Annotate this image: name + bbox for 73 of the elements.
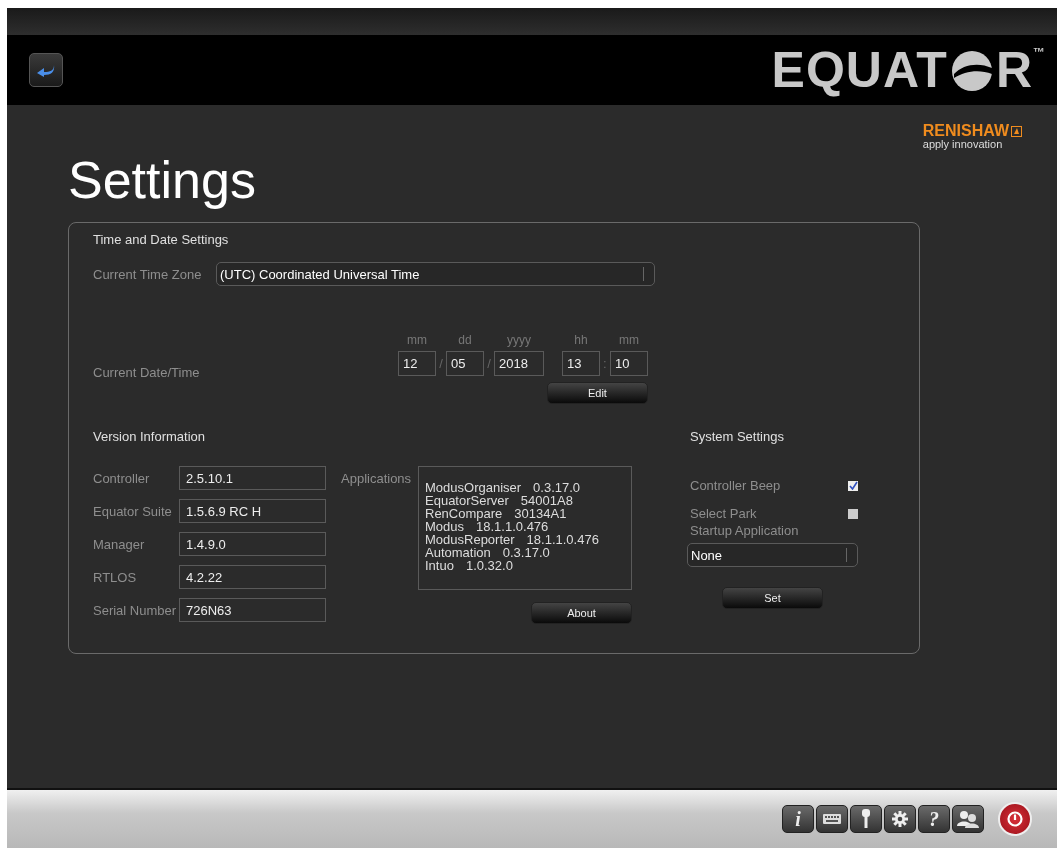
option-label: Select Park xyxy=(690,506,757,521)
app-name: RenCompare xyxy=(425,506,503,521)
app-name: Automation xyxy=(425,545,491,560)
checkbox[interactable] xyxy=(848,480,858,491)
unit-label: dd xyxy=(458,333,472,347)
version-field: 2.5.10.1 xyxy=(179,466,326,490)
power-icon xyxy=(1007,811,1023,827)
app-version: 54001A8 xyxy=(520,493,573,508)
toolbar-button[interactable]: i xyxy=(782,805,814,833)
brand-tagline: apply innovation xyxy=(922,139,1004,150)
field-label: Applications xyxy=(341,471,413,488)
unit-label: hh xyxy=(574,333,588,347)
app-name: Intuo xyxy=(425,558,454,573)
version-field: 1.4.9.0 xyxy=(179,532,326,556)
version-field: 726N63 xyxy=(179,598,326,622)
section-heading: System Settings xyxy=(690,429,785,444)
date-time-input[interactable]: 05 xyxy=(446,351,484,376)
field-label: RTLOS xyxy=(93,569,138,585)
logo-text: EQUAT xyxy=(771,45,948,95)
key-button[interactable] xyxy=(850,805,882,833)
separator: : xyxy=(602,355,608,373)
startup-application-dropdown[interactable]: None xyxy=(687,543,858,567)
time-zone-dropdown[interactable]: (UTC) Coordinated Universal Time xyxy=(216,262,655,286)
settings-button[interactable] xyxy=(884,805,916,833)
field-label: Serial Number xyxy=(93,602,178,618)
unit-label: yyyy xyxy=(506,333,531,347)
version-field: 1.5.6.9 RC H xyxy=(179,499,326,523)
unit-label: mm xyxy=(618,333,639,347)
app-name: EquatorServer xyxy=(425,493,509,508)
app-version: 30134A1 xyxy=(514,506,567,521)
edit-button[interactable]: Edit xyxy=(546,382,648,404)
date-time-input[interactable]: 10 xyxy=(609,351,648,376)
field-label: Current Time Zone xyxy=(93,266,203,282)
users-icon xyxy=(957,810,979,828)
power-button[interactable] xyxy=(998,802,1032,836)
app-name: ModusReporter xyxy=(425,532,515,547)
about-button[interactable]: About xyxy=(531,602,632,624)
unit-label: mm xyxy=(407,333,427,347)
separator: / xyxy=(438,355,444,373)
set-button[interactable]: Set xyxy=(722,587,823,609)
field-label: Current Date/Time xyxy=(93,365,201,380)
app-version: 1.0.32.0 xyxy=(465,558,513,573)
users-button[interactable] xyxy=(952,805,984,833)
app-name: Modus xyxy=(425,519,465,534)
version-field: 4.2.22 xyxy=(179,565,326,589)
option-label: Controller Beep xyxy=(690,478,781,493)
section-heading: Time and Date Settings xyxy=(93,232,230,247)
checkbox[interactable] xyxy=(848,508,858,519)
field-label: Controller xyxy=(93,470,151,486)
field-label: Manager xyxy=(93,536,146,552)
settings-icon xyxy=(891,810,909,828)
app-name: ModusOrganiser xyxy=(425,480,522,495)
key-icon xyxy=(862,809,870,829)
keyboard-button[interactable] xyxy=(816,805,848,833)
section-heading: Version Information xyxy=(93,429,206,444)
app-version: 0.3.17.0 xyxy=(502,545,550,560)
field-label: Startup Application xyxy=(690,523,800,538)
date-time-input[interactable]: 12 xyxy=(398,351,436,376)
separator: / xyxy=(486,355,492,373)
trademark: ™ xyxy=(1033,45,1045,59)
date-time-input[interactable]: 13 xyxy=(561,351,600,376)
brand-name: RENISHAW xyxy=(922,123,1009,139)
page-title: Settings xyxy=(68,150,256,211)
brand-icon xyxy=(1011,125,1022,137)
app-version: 0.3.17.0 xyxy=(533,480,581,495)
date-time-input[interactable]: 2018 xyxy=(494,351,544,376)
back-button[interactable] xyxy=(29,53,63,87)
app-version: 18.1.1.0.476 xyxy=(526,532,599,547)
field-label: Equator Suite xyxy=(93,503,173,519)
keyboard-icon xyxy=(823,814,841,824)
toolbar-button[interactable]: ? xyxy=(918,805,950,833)
logo-text: R xyxy=(995,45,1033,95)
app-version: 18.1.1.0.476 xyxy=(476,519,549,534)
